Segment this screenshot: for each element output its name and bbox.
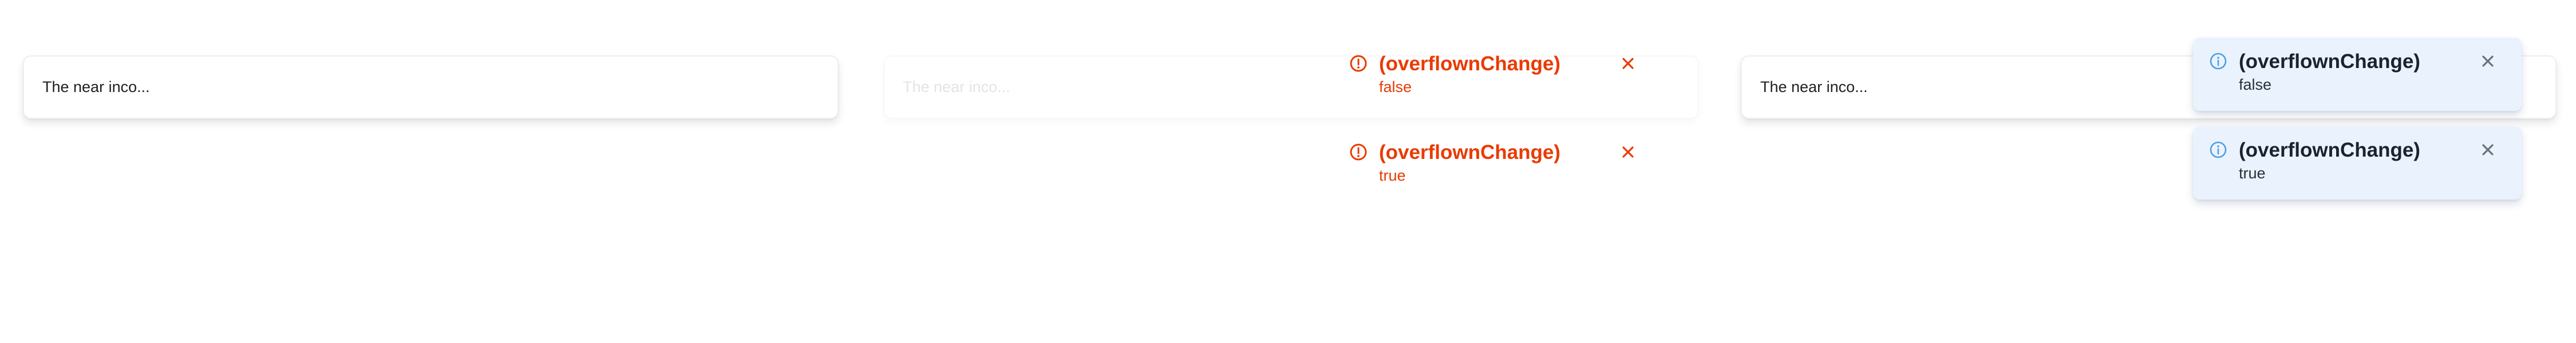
close-icon[interactable]	[1618, 142, 1638, 162]
alert-circle-icon	[1350, 55, 1367, 72]
error-toast: (overflownChange) true	[1333, 129, 1662, 202]
truncated-text: The near inco...	[1760, 78, 1868, 95]
truncated-text: The near inco...	[903, 78, 1010, 95]
toast-message: true	[1379, 167, 1406, 184]
info-circle-icon	[2210, 141, 2227, 158]
toast-title: (overflownChange)	[2239, 139, 2420, 161]
info-circle-icon	[2210, 53, 2227, 70]
toast-message: true	[2239, 165, 2266, 182]
close-icon[interactable]	[2478, 51, 2498, 71]
toast-title: (overflownChange)	[1379, 53, 1560, 75]
truncated-text: The near inco...	[42, 78, 150, 95]
info-toast: (overflownChange) true	[2193, 126, 2522, 200]
toast-message: false	[1379, 78, 1412, 95]
error-toast: (overflownChange) false	[1333, 40, 1662, 113]
close-icon[interactable]	[2478, 140, 2498, 159]
alert-circle-icon	[1350, 143, 1367, 161]
toast-message: false	[2239, 76, 2272, 93]
close-icon[interactable]	[1618, 54, 1638, 73]
toast-title: (overflownChange)	[2239, 50, 2420, 73]
toast-title: (overflownChange)	[1379, 141, 1560, 163]
info-toast: (overflownChange) false	[2193, 38, 2522, 111]
toast-demo-canvas: The near inco... The near inco... (overf…	[0, 0, 2576, 343]
truncated-text-box: The near inco...	[23, 55, 839, 119]
